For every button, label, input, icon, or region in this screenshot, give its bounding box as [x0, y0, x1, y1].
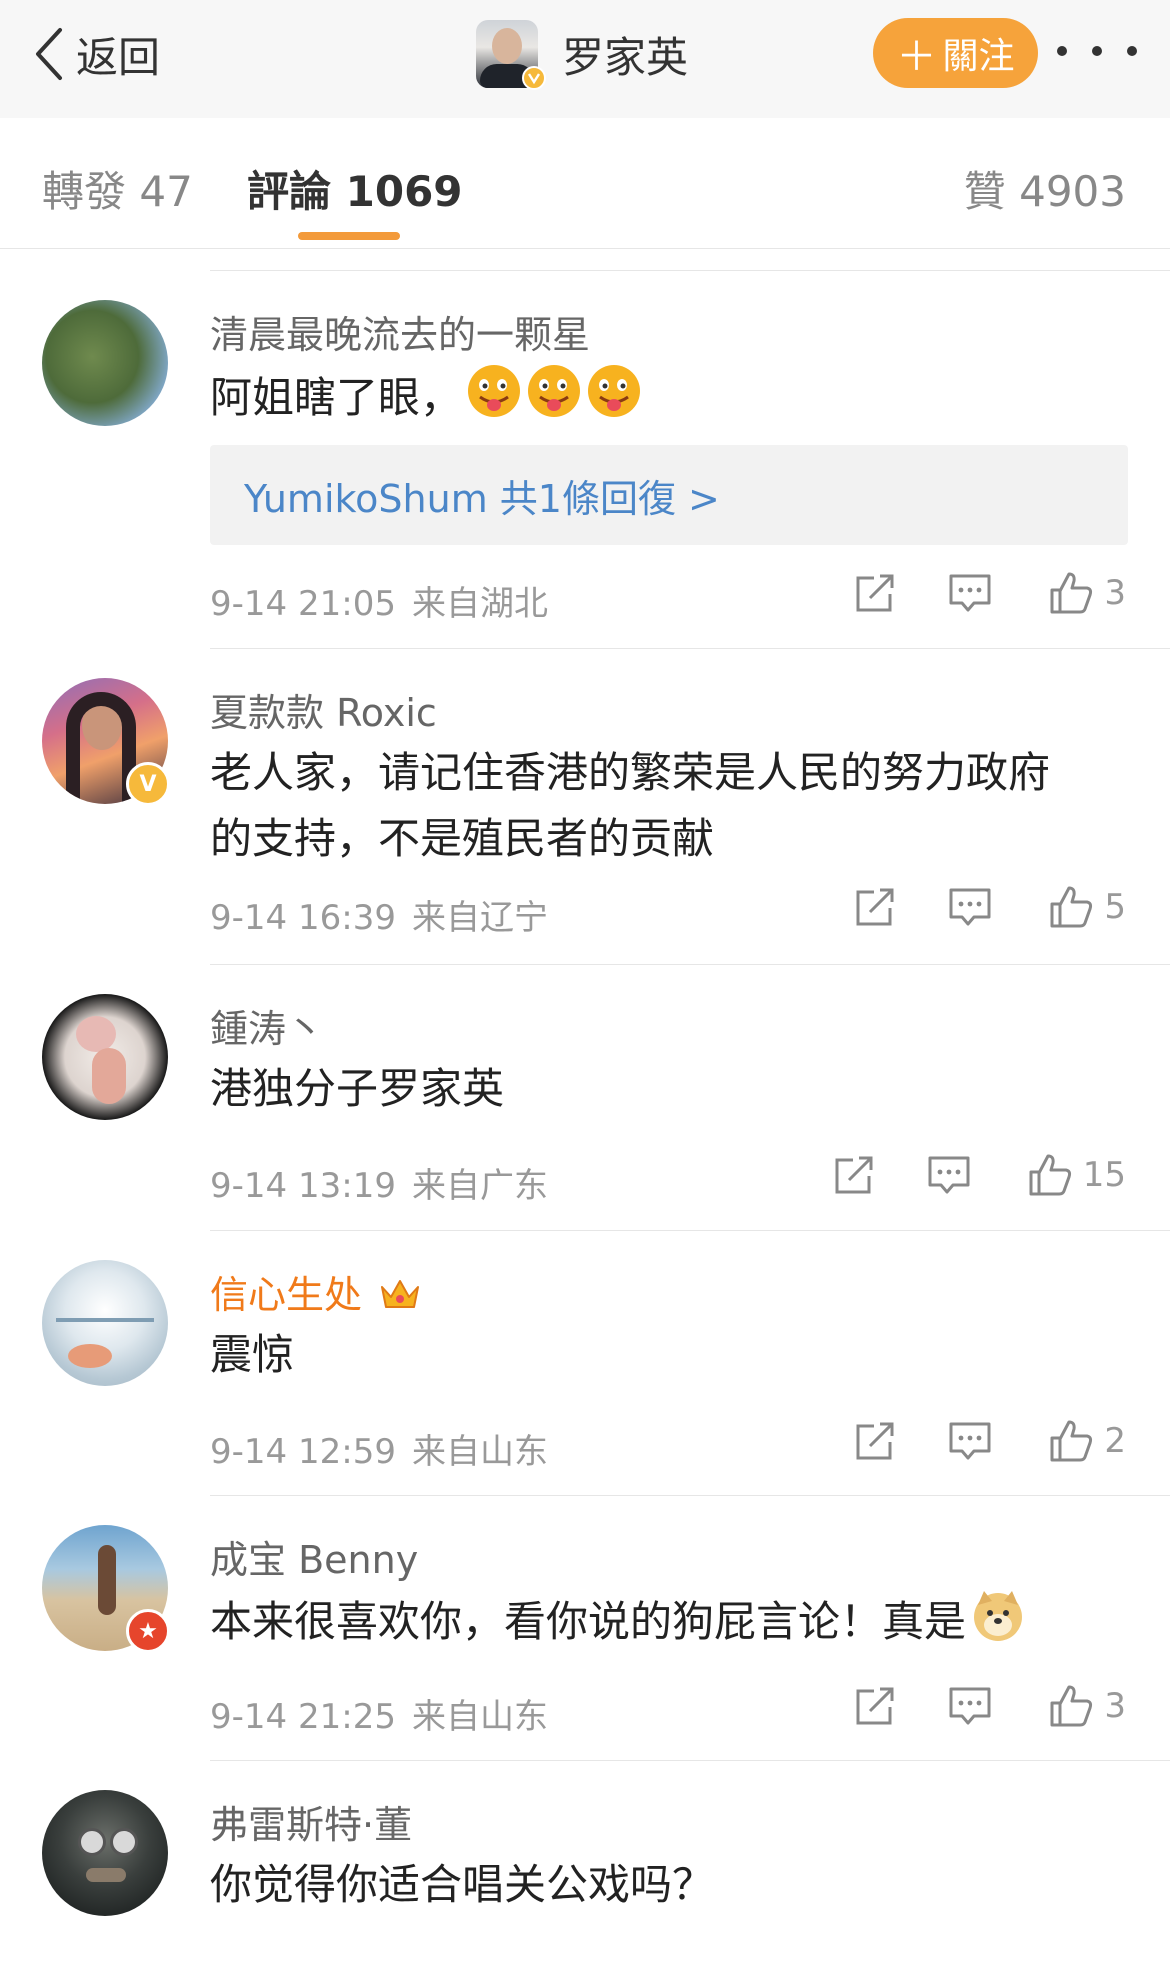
page-title: 罗家英 [562, 32, 689, 82]
tab-repost[interactable]: 轉發 47 [42, 158, 193, 219]
tongue-emoji-icon [526, 363, 582, 438]
red-star-badge-icon: ★ [126, 1609, 170, 1653]
comment-text: 你觉得你适合唱关公戏吗？ [210, 1860, 715, 1909]
comment-time: 9-14 21:05 [210, 584, 396, 624]
plus-icon: ＋ [896, 34, 937, 80]
crown-icon [378, 1273, 422, 1322]
avatar[interactable]: V [42, 678, 170, 806]
active-tab-indicator [298, 232, 400, 240]
like-count: 3 [1104, 573, 1126, 613]
like-button[interactable]: 3 [1048, 570, 1126, 616]
comment-icon[interactable] [948, 1686, 992, 1726]
repost-icon[interactable] [854, 572, 896, 614]
comment-actions: 15 [833, 1152, 1126, 1198]
doge-emoji-icon [970, 1587, 1026, 1662]
comment-time: 9-14 13:19 [210, 1166, 396, 1206]
like-count: 5 [1104, 887, 1126, 927]
tab-likes[interactable]: 贊 4903 [964, 158, 1126, 219]
avatar[interactable]: ★ [42, 1525, 170, 1653]
more-dots-icon[interactable] [1057, 36, 1137, 66]
comment-text-line: 老人家，请记住香港的繁荣是人民的努力政府 [210, 748, 1051, 797]
commenter-name[interactable]: 弗雷斯特·董 [210, 1794, 412, 1849]
thumbs-up-icon [1050, 572, 1093, 614]
thumbs-up-icon [1050, 1420, 1093, 1462]
comment-icon[interactable] [927, 1155, 971, 1195]
comment-icon[interactable] [948, 573, 992, 613]
comment-source: 来自湖北 [411, 584, 548, 624]
back-button[interactable]: 返回 [34, 22, 160, 86]
tongue-emoji-icon [466, 363, 522, 438]
follow-button[interactable]: ＋ 關注 [873, 18, 1038, 88]
comment-icon[interactable] [948, 1421, 992, 1461]
repost-icon[interactable] [854, 1685, 896, 1727]
comment-text: 阿姐瞎了眼， [210, 363, 642, 438]
commenter-name[interactable]: 鍾涛丶 [210, 998, 324, 1053]
comment-time: 9-14 21:25 [210, 1697, 396, 1737]
thumbs-up-icon [1029, 1154, 1071, 1196]
comment-source: 来自广东 [411, 1166, 548, 1206]
avatar[interactable] [42, 994, 168, 1120]
avatar[interactable] [42, 300, 168, 426]
comment-text: 本来很喜欢你，看你说的狗屁言论！真是 [210, 1587, 1026, 1662]
repost-icon[interactable] [833, 1154, 875, 1196]
tongue-emoji-icon [586, 363, 642, 438]
comment-time: 9-14 12:59 [210, 1432, 396, 1472]
verified-badge-icon [522, 66, 546, 94]
repost-icon[interactable] [854, 1420, 896, 1462]
comment-actions: 3 [854, 1683, 1126, 1729]
comment-source: 来自山东 [411, 1697, 548, 1737]
repost-icon[interactable] [854, 886, 896, 928]
chevron-left-icon [36, 28, 62, 80]
tab-comments[interactable]: 評論 1069 [247, 158, 463, 219]
follow-label: 關注 [942, 36, 1015, 77]
comment-text-content: 阿姐瞎了眼， [210, 373, 463, 422]
tab-bar: 轉發 47 評論 1069 贊 4903 [0, 118, 1170, 249]
comment-source: 来自山东 [411, 1432, 548, 1472]
comment-meta: 9-14 16:39 来自辽宁 [210, 890, 548, 939]
comment-actions: 5 [854, 884, 1126, 930]
back-label: 返回 [76, 32, 161, 82]
like-button[interactable]: 15 [1027, 1152, 1126, 1198]
profile-header[interactable]: 罗家英 [476, 18, 688, 90]
avatar[interactable] [42, 1260, 168, 1386]
comment-actions: 3 [854, 570, 1126, 616]
verified-badge-icon: V [126, 762, 170, 806]
commenter-name-text: 信心生处 [210, 1273, 363, 1317]
like-button[interactable]: 3 [1048, 1683, 1126, 1729]
like-button[interactable]: 2 [1048, 1418, 1126, 1464]
like-count: 3 [1104, 1686, 1126, 1726]
comment-meta: 9-14 12:59 来自山东 [210, 1424, 548, 1473]
comment-actions: 2 [854, 1418, 1126, 1464]
comment-text: 震惊 [210, 1330, 295, 1379]
comment-text-line: 的支持，不是殖民者的贡献 [210, 814, 715, 863]
commenter-name[interactable]: 信心生处 [210, 1264, 422, 1322]
commenter-name[interactable]: 成宝 Benny [210, 1529, 418, 1584]
commenter-name[interactable]: 夏款款 Roxic [210, 682, 437, 737]
avatar[interactable] [42, 1790, 168, 1916]
avatar [476, 20, 546, 90]
top-nav-bar: 返回 罗家英 ＋ 關注 [0, 0, 1170, 119]
like-count: 2 [1104, 1421, 1126, 1461]
reply-summary-link[interactable]: YumikoShum 共1條回復 > [210, 445, 1128, 545]
comment-icon[interactable] [948, 887, 992, 927]
commenter-name[interactable]: 清晨最晚流去的一颗星 [210, 304, 590, 359]
like-count: 15 [1082, 1155, 1126, 1195]
thumbs-up-icon [1050, 886, 1093, 928]
comment-meta: 9-14 21:25 来自山东 [210, 1689, 548, 1738]
comment-meta: 9-14 21:05 来自湖北 [210, 576, 548, 625]
like-button[interactable]: 5 [1048, 884, 1126, 930]
comment-meta: 9-14 13:19 来自广东 [210, 1158, 548, 1207]
comment-time: 9-14 16:39 [210, 898, 396, 938]
comment-text: 港独分子罗家英 [210, 1064, 505, 1113]
comment-source: 来自辽宁 [411, 898, 548, 938]
thumbs-up-icon [1050, 1685, 1093, 1727]
comment-text-content: 本来很喜欢你，看你说的狗屁言论！真是 [210, 1597, 967, 1646]
